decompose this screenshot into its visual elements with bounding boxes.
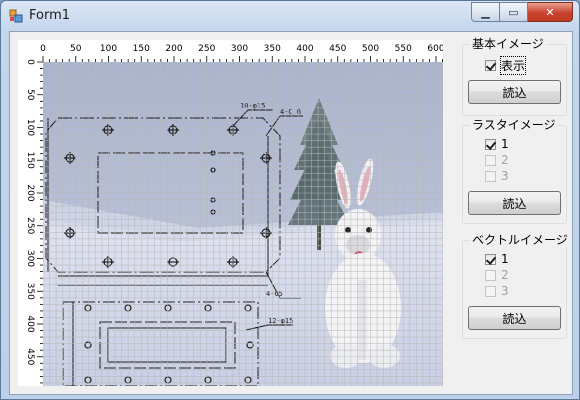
vector-checkbox-3-box[interactable] bbox=[485, 285, 496, 297]
app-window: Form1 ▁ ▭ ✕ 10-φ15 4-C 6 4-C5 12-φ15 0 5… bbox=[0, 0, 580, 400]
vector-image-group: ベクトルイメージ 1 2 3 読込 bbox=[462, 233, 570, 339]
vector-load-button-label: 読込 bbox=[502, 311, 527, 326]
vector-checkbox-2-label: 2 bbox=[501, 268, 509, 282]
close-button[interactable]: ✕ bbox=[528, 2, 573, 22]
raster-checkbox-2-label: 2 bbox=[501, 153, 509, 167]
form-client-area: 10-φ15 4-C 6 4-C5 12-φ15 0 50 100 150 200 250… bbox=[9, 31, 573, 395]
caption-buttons: ▁ ▭ ✕ bbox=[471, 2, 573, 22]
title-bar[interactable]: Form1 ▁ ▭ ✕ bbox=[1, 1, 579, 31]
raster-checkbox-3[interactable]: 3 bbox=[485, 169, 509, 183]
basic-image-group-title: 基本イメージ bbox=[470, 37, 546, 51]
raster-image-group-title: ラスタイメージ bbox=[470, 118, 558, 132]
app-icon bbox=[9, 9, 23, 23]
raster-checkbox-2-box[interactable] bbox=[485, 154, 496, 166]
basic-load-button[interactable]: 読込 bbox=[468, 80, 561, 104]
ruler-y-label: 350 bbox=[25, 283, 35, 300]
maximize-icon: ▭ bbox=[508, 5, 519, 19]
show-checkbox[interactable]: 表示 bbox=[485, 56, 527, 75]
raster-checkbox-2[interactable]: 2 bbox=[485, 153, 509, 167]
minimize-button[interactable]: ▁ bbox=[471, 2, 500, 22]
ruler-x-label: 600 bbox=[427, 44, 443, 54]
vector-checkbox-1[interactable]: 1 bbox=[485, 252, 509, 266]
image-canvas: 10-φ15 4-C 6 4-C5 12-φ15 0 50 100 150 200 250… bbox=[18, 40, 443, 386]
ruler-x-label: 200 bbox=[165, 44, 182, 54]
annotation-chamfer-top: 4-C 6 bbox=[280, 108, 301, 116]
raster-image-group: ラスタイメージ 1 2 3 読込 bbox=[462, 118, 567, 224]
raster-checkbox-1-label: 1 bbox=[501, 137, 509, 151]
ruler-x-label: 250 bbox=[198, 44, 215, 54]
show-checkbox-label: 表示 bbox=[499, 56, 527, 75]
ruler-x-label: 300 bbox=[231, 44, 248, 54]
raster-checkbox-1[interactable]: 1 bbox=[485, 137, 509, 151]
show-checkbox-box[interactable] bbox=[485, 60, 496, 71]
raster-checkbox-3-label: 3 bbox=[501, 169, 509, 183]
vector-checkbox-2[interactable]: 2 bbox=[485, 268, 509, 282]
ruler-x-label: 0 bbox=[40, 44, 46, 54]
ruler-x-label: 50 bbox=[70, 44, 82, 54]
vector-checkbox-1-box[interactable] bbox=[485, 253, 496, 265]
ruler-y-label: 250 bbox=[25, 217, 35, 234]
ruler-y-label: 200 bbox=[25, 184, 35, 201]
basic-image-group: 基本イメージ 表示 読込 bbox=[462, 37, 567, 116]
ruler-x-label: 550 bbox=[395, 44, 412, 54]
ruler-y-label: 300 bbox=[25, 250, 35, 267]
vector-load-button[interactable]: 読込 bbox=[468, 306, 561, 330]
ruler-y-label: 450 bbox=[25, 348, 35, 365]
ruler-y-label: 50 bbox=[25, 89, 35, 101]
minimize-icon: ▁ bbox=[481, 5, 490, 19]
ruler-y-label: 400 bbox=[25, 315, 35, 332]
vector-checkbox-3-label: 3 bbox=[501, 284, 509, 298]
ruler-x-label: 450 bbox=[329, 44, 346, 54]
ruler-x-label: 150 bbox=[133, 44, 150, 54]
vector-checkbox-2-box[interactable] bbox=[485, 269, 496, 281]
vector-checkbox-1-label: 1 bbox=[501, 252, 509, 266]
raster-checkbox-3-box[interactable] bbox=[485, 170, 496, 182]
raster-load-button-label: 読込 bbox=[502, 196, 527, 211]
basic-load-button-label: 読込 bbox=[502, 85, 527, 100]
vector-checkbox-3[interactable]: 3 bbox=[485, 284, 509, 298]
vector-image-group-title: ベクトルイメージ bbox=[470, 233, 570, 247]
raster-load-button[interactable]: 読込 bbox=[468, 191, 561, 215]
ruler-y-label: 100 bbox=[25, 119, 35, 136]
ruler-x-label: 500 bbox=[362, 44, 379, 54]
ruler-x-label: 100 bbox=[100, 44, 117, 54]
ruler-x-label: 350 bbox=[264, 44, 281, 54]
ruler-y-label: 150 bbox=[25, 152, 35, 169]
raster-checkbox-1-box[interactable] bbox=[485, 138, 496, 150]
close-icon: ✕ bbox=[545, 5, 555, 19]
image-viewer[interactable]: 10-φ15 4-C 6 4-C5 12-φ15 0 50 100 150 200 250… bbox=[18, 40, 443, 386]
ruler-x-label: 400 bbox=[296, 44, 313, 54]
maximize-button[interactable]: ▭ bbox=[500, 2, 528, 22]
ruler-y-label: 0 bbox=[25, 59, 35, 65]
window-title: Form1 bbox=[29, 8, 71, 23]
